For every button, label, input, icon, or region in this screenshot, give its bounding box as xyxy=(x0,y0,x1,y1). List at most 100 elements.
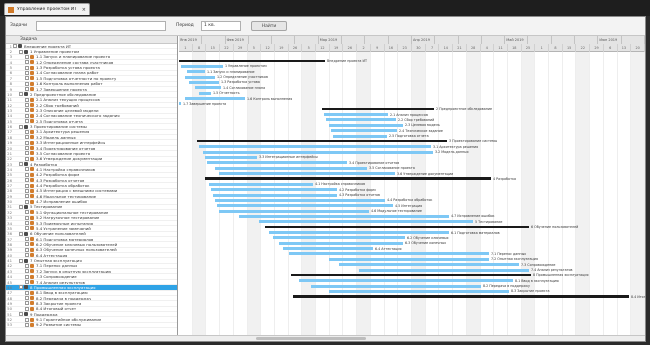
row-checkbox[interactable] xyxy=(25,221,29,226)
expand-toggle[interactable] xyxy=(19,285,23,290)
row-checkbox[interactable] xyxy=(25,210,29,215)
expand-toggle[interactable] xyxy=(19,312,23,317)
row-checkbox[interactable] xyxy=(25,65,29,70)
expand-toggle[interactable] xyxy=(19,231,23,236)
expand-toggle[interactable] xyxy=(19,92,23,97)
expand-toggle[interactable] xyxy=(19,204,23,209)
task-bar[interactable] xyxy=(219,209,369,213)
expand-toggle[interactable] xyxy=(19,124,23,129)
row-checkbox[interactable] xyxy=(25,140,29,145)
task-bar[interactable] xyxy=(217,204,393,208)
task-bar[interactable] xyxy=(259,220,473,224)
row-checkbox[interactable] xyxy=(25,119,29,124)
task-bar[interactable] xyxy=(179,102,181,106)
row-checkbox[interactable] xyxy=(25,301,29,306)
row-checkbox[interactable] xyxy=(25,135,29,140)
task-bar[interactable] xyxy=(185,75,215,79)
row-checkbox[interactable] xyxy=(25,237,29,242)
task-bar[interactable] xyxy=(311,284,481,288)
row-checkbox[interactable] xyxy=(25,199,29,204)
row-checkbox[interactable] xyxy=(25,151,29,156)
project-input[interactable] xyxy=(36,21,166,31)
task-row[interactable]: 53 9.2 Развитие системы xyxy=(6,322,177,329)
row-checkbox[interactable] xyxy=(25,113,29,118)
row-checkbox[interactable] xyxy=(25,97,29,102)
task-bar[interactable] xyxy=(329,289,509,293)
timeline-body[interactable]: Внедрение проекта ИТ 1 Управление проекто… xyxy=(179,52,645,335)
task-bar[interactable] xyxy=(203,150,433,154)
task-bar[interactable] xyxy=(199,91,211,95)
row-checkbox[interactable] xyxy=(25,178,29,183)
summary-bar[interactable] xyxy=(291,273,531,277)
task-bar[interactable] xyxy=(339,263,519,267)
row-checkbox[interactable] xyxy=(25,60,29,65)
row-checkbox[interactable] xyxy=(25,215,29,220)
row-checkbox[interactable] xyxy=(25,81,29,86)
task-bar[interactable] xyxy=(205,155,257,159)
task-bar[interactable] xyxy=(199,145,431,149)
task-bar[interactable] xyxy=(289,252,489,256)
row-checkbox[interactable] xyxy=(25,274,29,279)
task-bar[interactable] xyxy=(215,198,385,202)
row-checkbox[interactable] xyxy=(25,269,29,274)
task-bar[interactable] xyxy=(359,268,529,272)
task-bar[interactable] xyxy=(329,123,403,127)
row-checkbox[interactable] xyxy=(25,76,29,81)
row-checkbox[interactable] xyxy=(25,306,29,311)
task-bar[interactable] xyxy=(209,182,313,186)
row-checkbox[interactable] xyxy=(25,167,29,172)
row-checkbox[interactable] xyxy=(25,156,29,161)
task-bar[interactable] xyxy=(331,129,397,133)
row-checkbox[interactable] xyxy=(25,263,29,268)
task-bar[interactable] xyxy=(215,166,367,170)
task-bar[interactable] xyxy=(269,231,449,235)
row-checkbox[interactable] xyxy=(25,226,29,231)
row-checkbox[interactable] xyxy=(25,247,29,252)
task-bar[interactable] xyxy=(279,241,403,245)
task-bar[interactable] xyxy=(187,70,205,74)
row-checkbox[interactable] xyxy=(25,188,29,193)
close-icon[interactable]: × xyxy=(79,7,89,13)
row-checkbox[interactable] xyxy=(25,129,29,134)
period-input[interactable]: 1 кв. xyxy=(201,21,241,31)
row-checkbox[interactable] xyxy=(25,253,29,258)
summary-bar[interactable] xyxy=(205,177,491,180)
row-checkbox[interactable] xyxy=(25,87,29,92)
apply-button[interactable]: Найти xyxy=(251,21,287,31)
task-bar[interactable] xyxy=(219,172,395,176)
task-bar[interactable] xyxy=(185,97,245,101)
row-checkbox[interactable] xyxy=(25,70,29,75)
row-checkbox[interactable] xyxy=(25,146,29,150)
task-bar[interactable] xyxy=(189,80,219,84)
summary-bar[interactable] xyxy=(322,107,434,111)
task-bar[interactable] xyxy=(333,134,387,138)
row-checkbox[interactable] xyxy=(25,194,29,199)
task-bar[interactable] xyxy=(283,247,373,251)
row-checkbox[interactable] xyxy=(25,290,29,295)
summary-bar[interactable] xyxy=(179,59,325,63)
task-bar[interactable] xyxy=(207,161,347,165)
task-bar[interactable] xyxy=(273,236,405,240)
task-bar[interactable] xyxy=(326,118,396,122)
document-tab[interactable]: Управление проектом ИТ × xyxy=(4,3,90,15)
row-checkbox[interactable] xyxy=(25,172,29,177)
row-checkbox[interactable] xyxy=(25,183,29,188)
expand-toggle[interactable] xyxy=(13,44,17,49)
row-checkbox[interactable] xyxy=(25,322,29,327)
row-checkbox[interactable] xyxy=(25,317,29,322)
task-bar[interactable] xyxy=(213,193,337,197)
task-bar[interactable] xyxy=(329,257,489,261)
row-checkbox[interactable] xyxy=(25,54,29,59)
task-bar[interactable] xyxy=(211,188,337,192)
summary-bar[interactable] xyxy=(265,225,529,229)
expand-toggle[interactable] xyxy=(19,49,23,54)
task-bar[interactable] xyxy=(239,214,449,218)
task-bar[interactable] xyxy=(299,279,513,283)
summary-bar[interactable] xyxy=(197,139,447,143)
row-checkbox[interactable] xyxy=(25,242,29,247)
summary-bar[interactable] xyxy=(293,295,629,298)
task-bar[interactable] xyxy=(324,113,388,117)
row-checkbox[interactable] xyxy=(25,296,29,301)
expand-toggle[interactable] xyxy=(19,162,23,167)
scrollbar-thumb[interactable] xyxy=(256,337,366,340)
